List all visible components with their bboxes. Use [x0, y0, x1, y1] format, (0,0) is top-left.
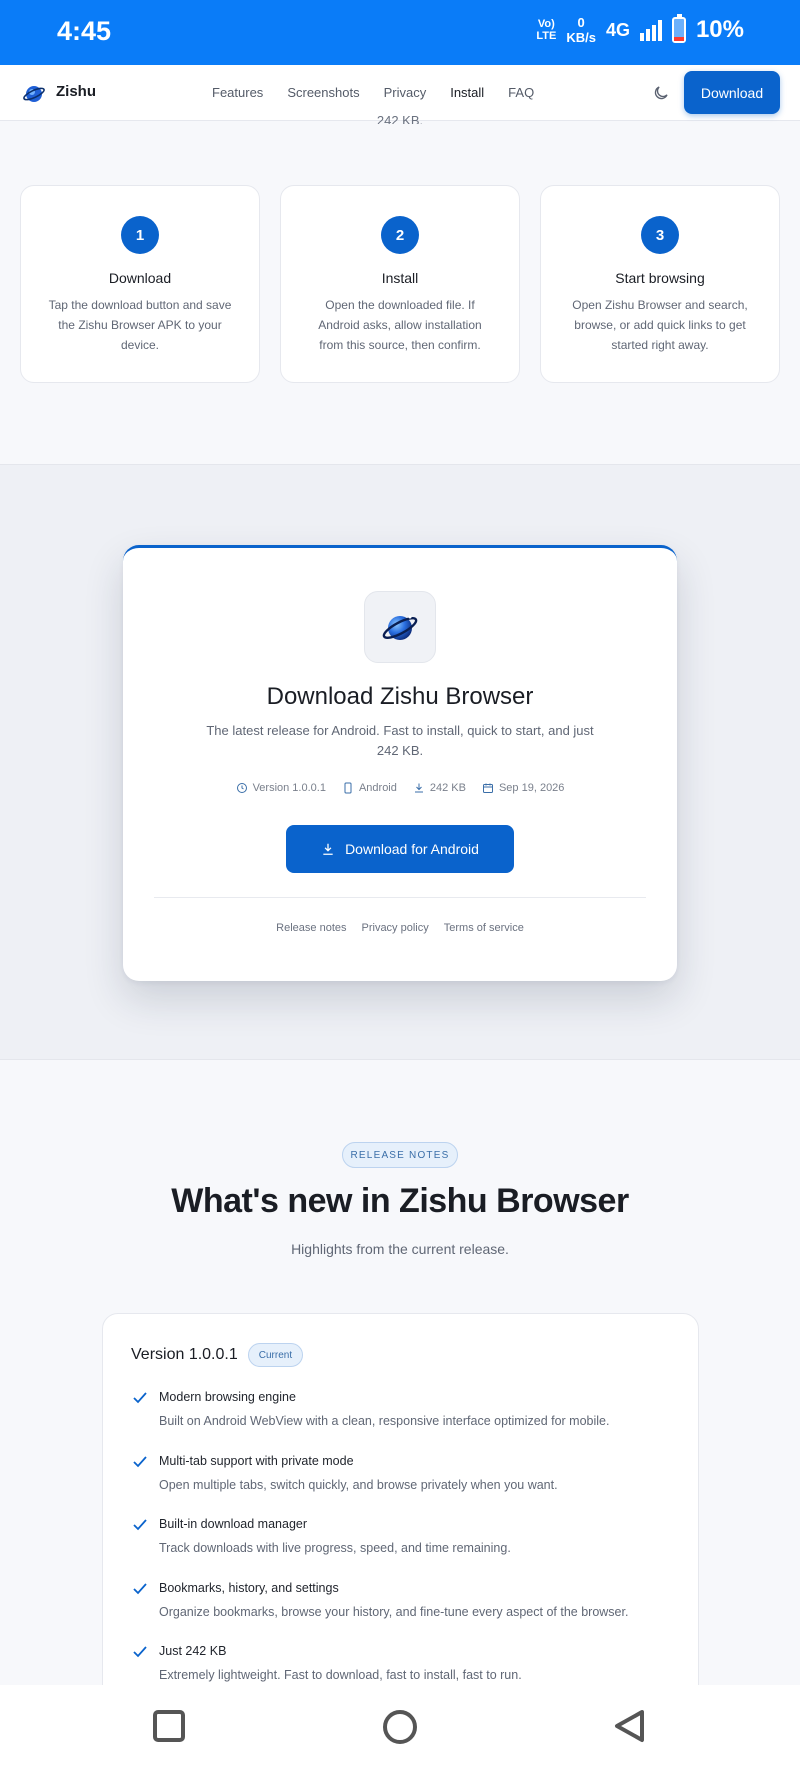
download-icon [414, 783, 423, 793]
step-number: 3 [641, 216, 679, 254]
list-item: Bookmarks, history, and settings Organiz… [131, 1581, 678, 1645]
step-card-install: 2 Install Open the downloaded file. If A… [280, 185, 520, 383]
clock-icon [236, 783, 247, 793]
step-number: 2 [381, 216, 419, 254]
step-number: 1 [121, 216, 159, 254]
version-row: Version 1.0.0.1 Current [131, 1343, 304, 1367]
terms-of-service-link[interactable]: Terms of service [444, 922, 524, 934]
home-circle-icon[interactable] [382, 1709, 418, 1745]
nav-link-screenshots[interactable]: Screenshots [287, 85, 359, 100]
network-type: 4G [605, 19, 630, 40]
check-icon [133, 1582, 147, 1594]
step-card-start-browsing: 3 Start browsing Open Zishu Browser and … [540, 185, 780, 383]
version-title: Version 1.0.0.1 [131, 1346, 238, 1363]
step-text: Open Zishu Browser and search, browse, o… [572, 298, 748, 352]
step-title: Install [381, 270, 419, 286]
battery-percent: 10% [695, 16, 744, 43]
download-title: Download Zishu Browser [266, 683, 534, 710]
download-card: Download Zishu Browser The latest releas… [123, 545, 677, 981]
release-notes-card: Version 1.0.0.1 Current Modern browsing … [102, 1313, 699, 1733]
privacy-policy-link[interactable]: Privacy policy [362, 922, 429, 934]
brand-name[interactable]: Zishu [56, 83, 96, 100]
step-card-download: 1 Download Tap the download button and s… [20, 185, 260, 383]
download-for-android-button[interactable]: Download for Android [286, 825, 514, 873]
release-notes-subtitle: Highlights from the current release. [291, 1241, 509, 1257]
meta-date: Sep 19, 2026 [482, 782, 564, 794]
header-download-button[interactable]: Download [684, 71, 780, 114]
app-icon [364, 591, 436, 663]
list-item: Multi-tab support with private mode Open… [131, 1454, 678, 1518]
meta-version: Version 1.0.0.1 [236, 782, 326, 794]
site-header: Zishu Features Screenshots Privacy Insta… [0, 65, 800, 121]
release-notes-link[interactable]: Release notes [276, 922, 346, 934]
current-badge: Current [247, 1343, 304, 1367]
nav-link-privacy[interactable]: Privacy [384, 85, 427, 100]
status-indicators: Vo) LTE 0 KB/s 4G 10% [536, 14, 744, 45]
meta-platform: Android [342, 782, 397, 794]
system-navigation-bar [0, 1685, 800, 1769]
partial-text: 242 KB. [376, 114, 424, 124]
check-icon [133, 1392, 147, 1404]
divider [154, 897, 646, 898]
nav-link-features[interactable]: Features [212, 85, 263, 100]
download-card-links: Release notes Privacy policy Terms of se… [123, 922, 677, 934]
release-notes-title: What's new in Zishu Browser [171, 1182, 629, 1220]
list-item: Modern browsing engine Built on Android … [131, 1390, 678, 1454]
list-item: Built-in download manager Track download… [131, 1517, 678, 1581]
recents-square-icon[interactable] [152, 1709, 186, 1743]
moon-icon[interactable] [652, 84, 670, 102]
nav-link-install[interactable]: Install [450, 85, 484, 100]
download-subtitle: The latest release for Android. Fast to … [206, 723, 594, 758]
release-notes-pill: RELEASE NOTES [342, 1142, 458, 1168]
status-bar: 4:45 Vo) LTE 0 KB/s 4G 10% [0, 0, 800, 65]
calendar-icon [482, 783, 493, 793]
step-title: Download [108, 270, 172, 286]
phone-icon [344, 782, 352, 794]
step-title: Start browsing [615, 270, 705, 286]
check-icon [133, 1519, 147, 1531]
volte-indicator: Vo) LTE [536, 18, 557, 42]
network-speed: 0 KB/s [566, 15, 596, 45]
planet-logo-icon [382, 615, 418, 640]
download-icon [323, 843, 333, 855]
nav-links: Features Screenshots Privacy Install FAQ [212, 85, 534, 100]
release-meta: Version 1.0.0.1 Android 242 KB Sep 19, 2… [123, 782, 677, 794]
release-items: Modern browsing engine Built on Android … [131, 1390, 678, 1708]
check-icon [133, 1646, 147, 1658]
nav-link-faq[interactable]: FAQ [508, 85, 534, 100]
step-text: Open the downloaded file. If Android ask… [318, 298, 482, 352]
battery-icon [671, 14, 686, 43]
check-icon [133, 1455, 147, 1467]
zishu-logo-icon[interactable] [22, 81, 46, 105]
signal-icon [639, 19, 662, 41]
status-time: 4:45 [57, 16, 112, 46]
back-triangle-icon[interactable] [612, 1709, 646, 1743]
step-text: Tap the download button and save the Zis… [48, 298, 232, 352]
meta-size: 242 KB [413, 782, 466, 794]
